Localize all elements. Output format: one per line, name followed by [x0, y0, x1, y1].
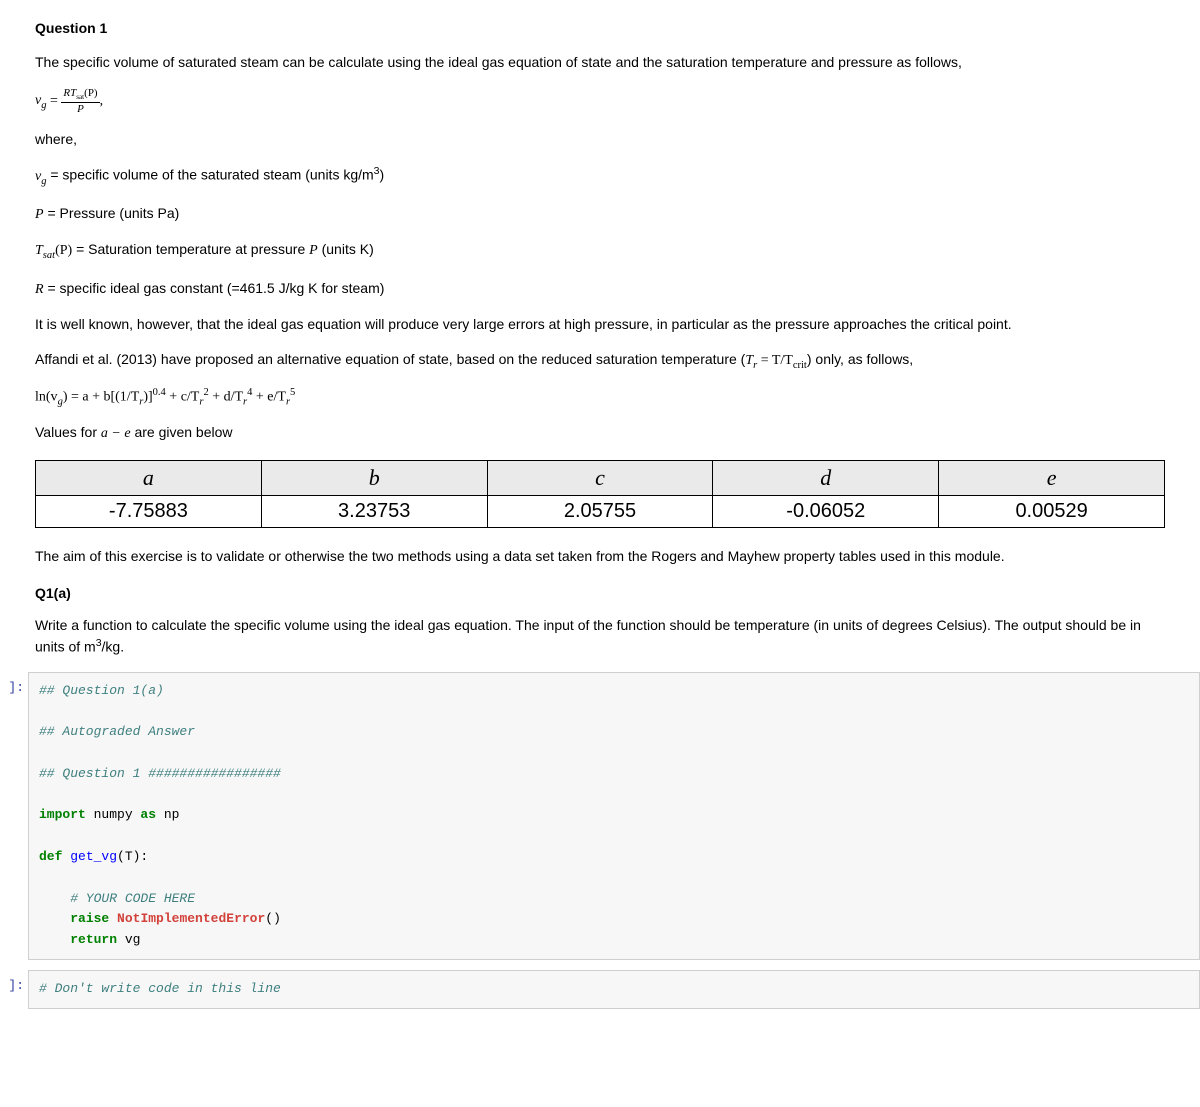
code-cell-2[interactable]: ]: # Don't write code in this line — [0, 970, 1200, 1009]
def-r: R = specific ideal gas constant (=461.5 … — [35, 278, 1165, 300]
col-c: c — [487, 460, 713, 495]
q1a-text: Write a function to calculate the specif… — [35, 615, 1165, 658]
col-b: b — [261, 460, 487, 495]
input-prompt: ]: — [0, 970, 28, 1009]
coefficients-table: a b c d e -7.75883 3.23753 2.05755 -0.06… — [35, 460, 1165, 528]
val-c: 2.05755 — [487, 495, 713, 527]
def-p: P = Pressure (units Pa) — [35, 203, 1165, 225]
table-row: -7.75883 3.23753 2.05755 -0.06052 0.0052… — [36, 495, 1165, 527]
val-d: -0.06052 — [713, 495, 939, 527]
q1a-title: Q1(a) — [35, 585, 1165, 601]
col-a: a — [36, 460, 262, 495]
paragraph-affandi: Affandi et al. (2013) have proposed an a… — [35, 349, 1165, 374]
values-label: Values for a − e are given below — [35, 422, 1165, 444]
equation-ideal-gas: vg = RTsat(P)P, — [35, 87, 1165, 115]
val-e: 0.00529 — [939, 495, 1165, 527]
aim-paragraph: The aim of this exercise is to validate … — [35, 546, 1165, 567]
question-title: Question 1 — [35, 20, 1165, 36]
def-vg: vg = specific volume of the saturated st… — [35, 164, 1165, 189]
val-a: -7.75883 — [36, 495, 262, 527]
table-header-row: a b c d e — [36, 460, 1165, 495]
input-prompt: ]: — [0, 672, 28, 960]
markdown-cell: Question 1 The specific volume of satura… — [0, 0, 1200, 658]
intro-paragraph: The specific volume of saturated steam c… — [35, 52, 1165, 73]
val-b: 3.23753 — [261, 495, 487, 527]
paragraph-errors: It is well known, however, that the idea… — [35, 314, 1165, 335]
equation-affandi: ln(vg) = a + b[(1/Tr)]0.4 + c/Tr2 + d/Tr… — [35, 387, 1165, 407]
where-label: where, — [35, 129, 1165, 150]
code-editor[interactable]: ## Question 1(a) ## Autograded Answer ##… — [28, 672, 1200, 960]
col-e: e — [939, 460, 1165, 495]
col-d: d — [713, 460, 939, 495]
code-editor[interactable]: # Don't write code in this line — [28, 970, 1200, 1009]
def-tsat: Tsat(P) = Saturation temperature at pres… — [35, 239, 1165, 264]
code-cell-1[interactable]: ]: ## Question 1(a) ## Autograded Answer… — [0, 672, 1200, 960]
